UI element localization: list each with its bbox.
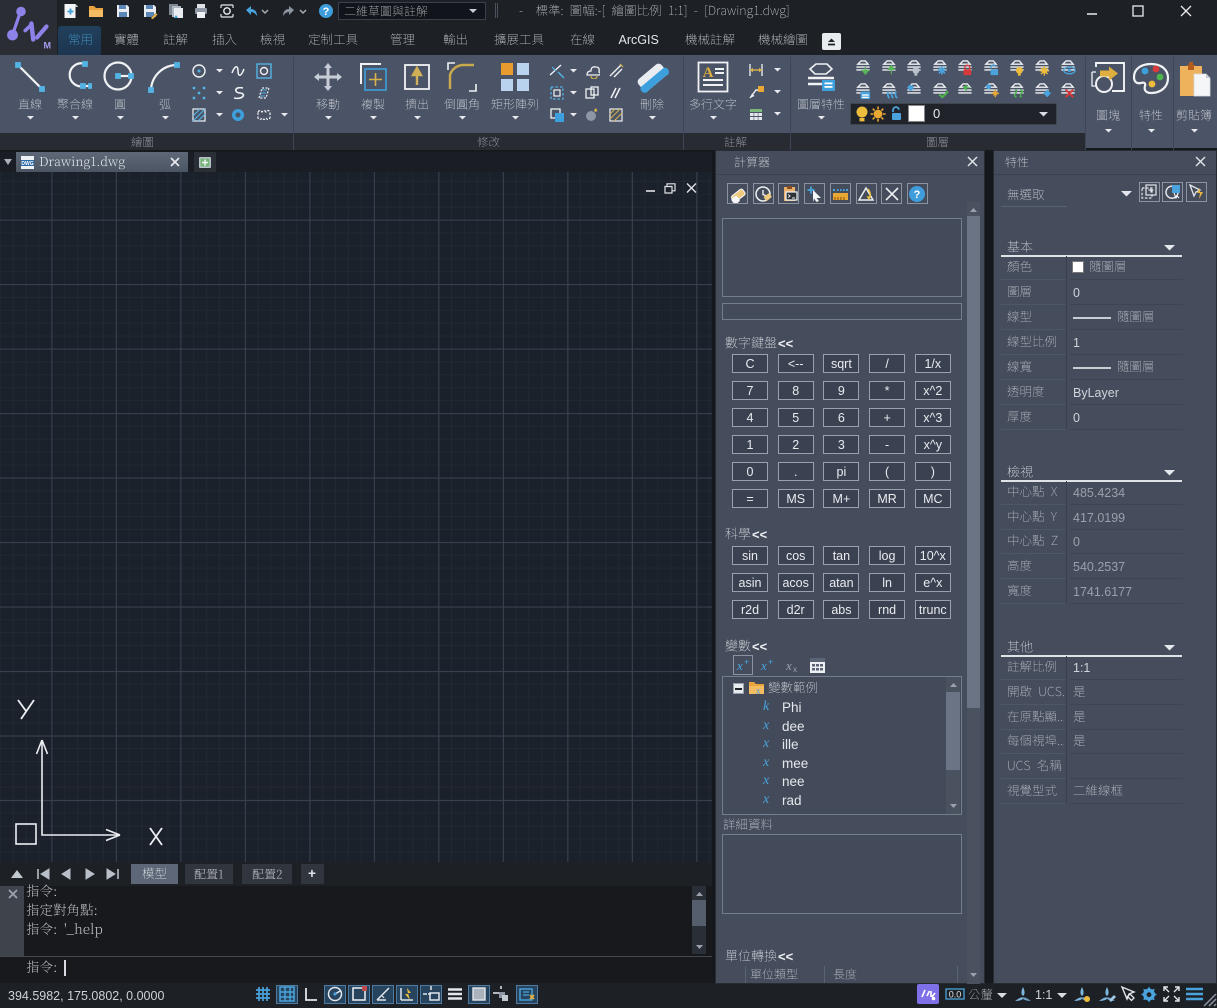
svg-text:+: + [744, 657, 749, 667]
svg-text:DWG: DWG [21, 161, 33, 167]
svg-text:x: x [755, 686, 761, 695]
svg-text:x: x [762, 718, 770, 733]
svg-text:x: x [762, 755, 770, 770]
svg-text:x: x [760, 658, 767, 673]
svg-text:A: A [702, 65, 713, 81]
svg-text:x: x [762, 773, 770, 788]
svg-text:x: x [793, 665, 797, 673]
svg-text:x: x [762, 736, 770, 751]
svg-text:k: k [763, 699, 770, 714]
svg-text:?: ? [323, 6, 330, 18]
svg-text:0.0: 0.0 [949, 990, 962, 1000]
svg-text:?: ? [914, 189, 921, 201]
svg-text:+: + [768, 657, 773, 667]
svg-text:x: x [762, 810, 770, 815]
svg-text:x: x [762, 792, 770, 807]
svg-text:x: x [785, 658, 792, 673]
svg-text:x: x [736, 658, 743, 673]
svg-text:M: M [44, 41, 52, 51]
